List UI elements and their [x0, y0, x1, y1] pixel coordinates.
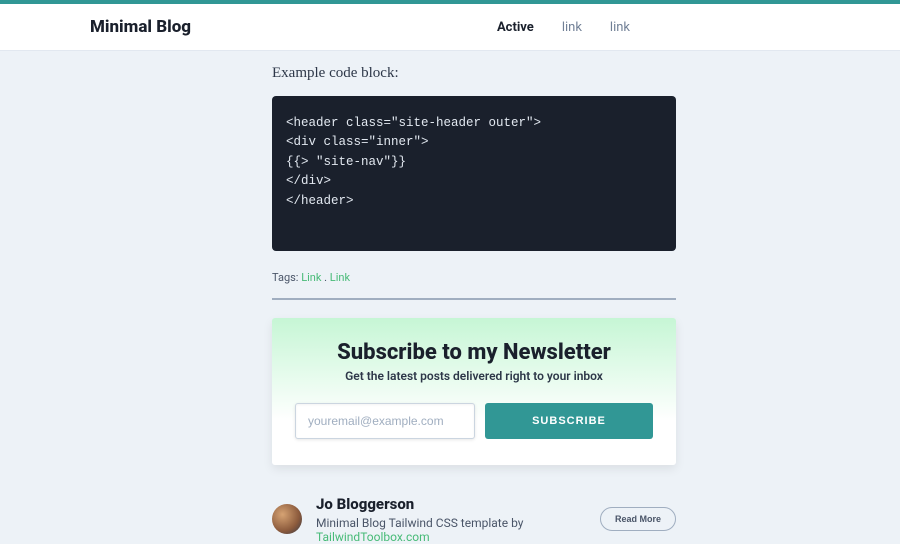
tag-link-1[interactable]: Link — [330, 271, 350, 284]
newsletter-title: Subscribe to my Newsletter — [292, 340, 656, 365]
tags-label: Tags: — [272, 271, 301, 284]
tags-row: Tags: Link . Link — [272, 271, 676, 284]
author-bio-prefix: Minimal Blog Tailwind CSS template by — [316, 516, 523, 530]
nav-link-2[interactable]: link — [610, 20, 630, 35]
author-bio: Minimal Blog Tailwind CSS template by Ta… — [316, 516, 586, 544]
email-input[interactable] — [295, 403, 475, 439]
author-row: Jo Bloggerson Minimal Blog Tailwind CSS … — [272, 495, 676, 544]
code-caption: Example code block: — [272, 65, 676, 82]
navbar: Minimal Blog Active link link — [0, 4, 900, 51]
newsletter-subtitle: Get the latest posts delivered right to … — [292, 369, 656, 383]
main-content: Example code block: <header class="site-… — [224, 51, 676, 544]
newsletter-card: Subscribe to my Newsletter Get the lates… — [272, 318, 676, 465]
nav-link-active[interactable]: Active — [497, 20, 534, 35]
code-block: <header class="site-header outer"> <div … — [272, 96, 676, 251]
subscribe-form: SUBSCRIBE — [292, 403, 656, 439]
tag-link-0[interactable]: Link — [301, 271, 321, 284]
subscribe-button[interactable]: SUBSCRIBE — [485, 403, 653, 439]
nav-links: Active link link — [497, 20, 630, 35]
divider — [272, 298, 676, 300]
brand-title[interactable]: Minimal Blog — [90, 17, 191, 37]
author-avatar — [272, 504, 302, 534]
nav-link-1[interactable]: link — [562, 20, 582, 35]
author-name: Jo Bloggerson — [316, 495, 586, 513]
author-bio-link[interactable]: TailwindToolbox.com — [316, 530, 430, 544]
tag-sep: . — [321, 271, 329, 284]
read-more-button[interactable]: Read More — [600, 507, 676, 531]
